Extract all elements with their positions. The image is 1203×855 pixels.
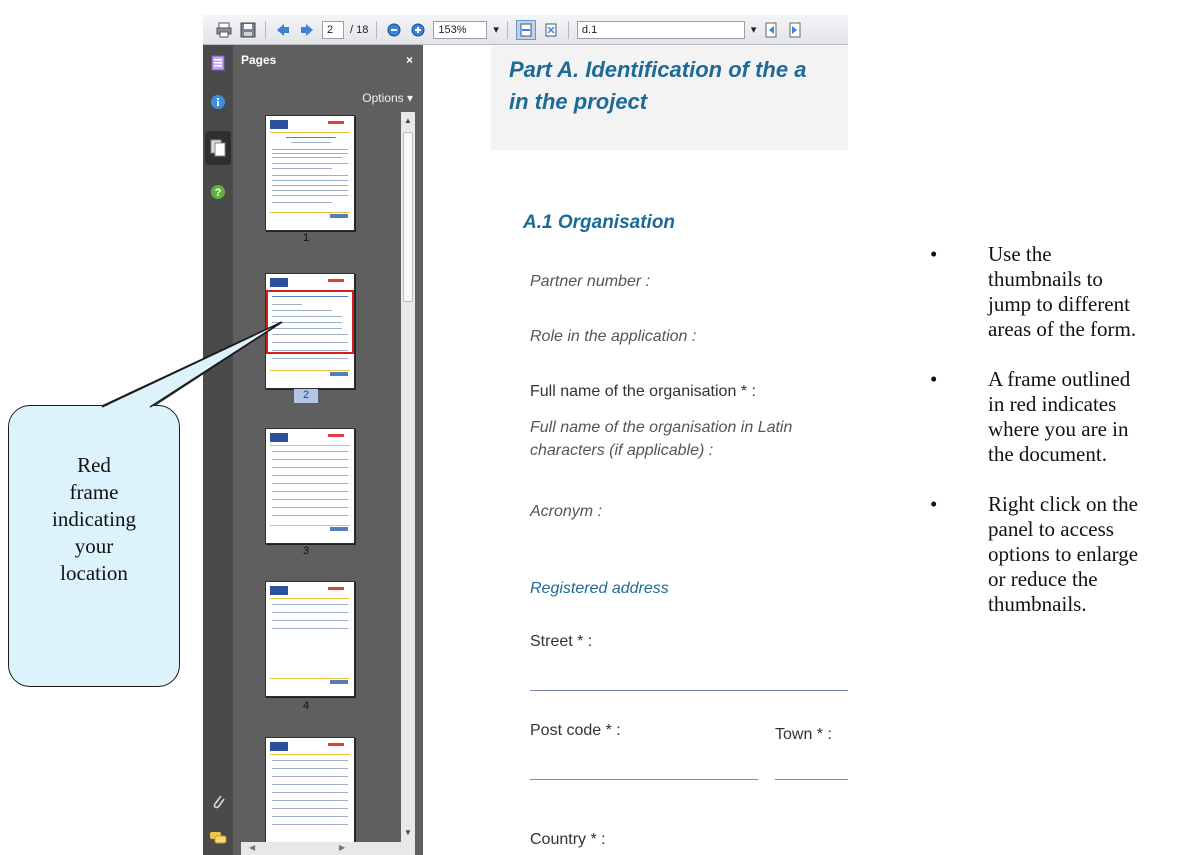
svg-text:?: ?: [215, 187, 222, 199]
previous-page-icon[interactable]: [274, 21, 292, 39]
acronym-label: Acronym :: [530, 503, 603, 520]
eu-flag-icon: [270, 433, 288, 442]
info-icon[interactable]: [209, 93, 227, 111]
instruction-item: • A frame outlined in red indicates where…: [930, 367, 1131, 466]
page-thumbnail-1[interactable]: [265, 115, 355, 231]
find-dropdown-arrow[interactable]: ▾: [751, 23, 757, 36]
instruction-item: • Right click on the panel to access opti…: [930, 492, 1139, 616]
save-icon[interactable]: [239, 21, 257, 39]
part-title-line2: in the project: [509, 89, 648, 114]
pages-icon[interactable]: [205, 131, 231, 165]
comments-icon[interactable]: [209, 829, 227, 847]
part-title-line1: Part A. Identification of the a: [509, 57, 807, 82]
instruction-item: • Use the thumbnails to jump to different…: [930, 242, 1137, 341]
zoom-in-icon[interactable]: [409, 21, 427, 39]
page-thumbnail-2[interactable]: [265, 273, 355, 389]
page-thumbnail-5[interactable]: [265, 737, 355, 842]
callout-text: Red frame indicating your location: [52, 453, 136, 585]
thumbnail-label: 4: [302, 700, 310, 712]
zoom-out-icon[interactable]: [385, 21, 403, 39]
fit-width-icon[interactable]: [515, 19, 536, 40]
current-view-frame[interactable]: [266, 290, 354, 354]
town-field[interactable]: [775, 779, 848, 780]
street-label: Street * :: [530, 633, 593, 650]
separator: [376, 20, 378, 39]
navigation-rail: ?: [203, 45, 233, 855]
latin-name-label-line2: characters (if applicable) :: [530, 442, 714, 459]
thumbnail-label: 3: [302, 545, 310, 557]
page-number-input[interactable]: 2: [322, 20, 344, 39]
registered-address-heading: Registered address: [530, 580, 669, 597]
thumbnail-list[interactable]: 1 2 3 4: [241, 112, 401, 842]
find-next-icon[interactable]: [786, 21, 804, 39]
latin-name-label-line1: Full name of the organisation in Latin: [530, 419, 793, 436]
find-input[interactable]: d.1: [576, 20, 745, 39]
scroll-down-icon[interactable]: ▼: [404, 828, 412, 837]
thumbnail-label: 2: [302, 389, 310, 401]
town-label: Town * :: [775, 726, 832, 743]
thumbnail-scrollbar[interactable]: ▲ ▼: [401, 112, 415, 842]
bookmarks-icon[interactable]: [209, 54, 227, 72]
page-total: / 18: [350, 23, 369, 36]
zoom-select[interactable]: 153%: [433, 20, 488, 39]
full-name-label: Full name of the organisation * :: [530, 383, 756, 400]
callout-box: Red frame indicating your location: [8, 405, 180, 687]
post-code-label: Post code * :: [530, 722, 621, 739]
toolbar: 2 / 18 153% ▾ d.1 ▾: [203, 15, 848, 45]
section-heading: A.1 Organisation: [523, 212, 676, 233]
street-field[interactable]: [530, 690, 848, 691]
next-page-icon[interactable]: [298, 21, 316, 39]
horizontal-scrollbar[interactable]: ◀ ▶: [241, 842, 415, 855]
eu-flag-icon: [270, 586, 288, 595]
help-icon[interactable]: ?: [209, 183, 227, 201]
pages-panel-title: Pages: [241, 53, 277, 67]
thumbnail-label: 1: [302, 232, 310, 244]
options-menu[interactable]: Options ▾: [362, 91, 413, 105]
scrollbar-thumb[interactable]: [403, 132, 413, 302]
eu-flag-icon: [270, 278, 288, 287]
page-thumbnail-3[interactable]: [265, 428, 355, 544]
separator: [567, 20, 569, 39]
role-label: Role in the application :: [530, 328, 697, 345]
close-icon[interactable]: ×: [406, 53, 413, 67]
attachment-icon[interactable]: [209, 792, 227, 810]
print-icon[interactable]: [215, 21, 233, 39]
find-previous-icon[interactable]: [762, 21, 780, 39]
separator: [506, 20, 508, 39]
scroll-up-icon[interactable]: ▲: [404, 116, 412, 125]
post-code-field[interactable]: [530, 779, 758, 780]
instruction-list: • Use the thumbnails to jump to different…: [922, 242, 1203, 642]
page-thumbnail-4[interactable]: [265, 581, 355, 697]
document-view[interactable]: Part A. Identification of the a in the p…: [423, 45, 848, 855]
fit-page-icon[interactable]: [542, 21, 560, 39]
eu-flag-icon: [270, 742, 288, 751]
eu-flag-icon: [270, 120, 288, 129]
zoom-dropdown-arrow[interactable]: ▾: [493, 23, 499, 36]
country-label: Country * :: [530, 831, 606, 848]
scroll-right-icon[interactable]: ▶: [339, 843, 345, 852]
pages-panel-header: Pages ×: [233, 45, 423, 75]
pages-panel: Pages × Options ▾ 1 2 3 4 ▲ ▼ ◀ ▶: [233, 45, 423, 855]
separator: [265, 20, 266, 39]
partner-number-label: Partner number :: [530, 273, 651, 290]
scroll-left-icon[interactable]: ◀: [249, 843, 255, 852]
